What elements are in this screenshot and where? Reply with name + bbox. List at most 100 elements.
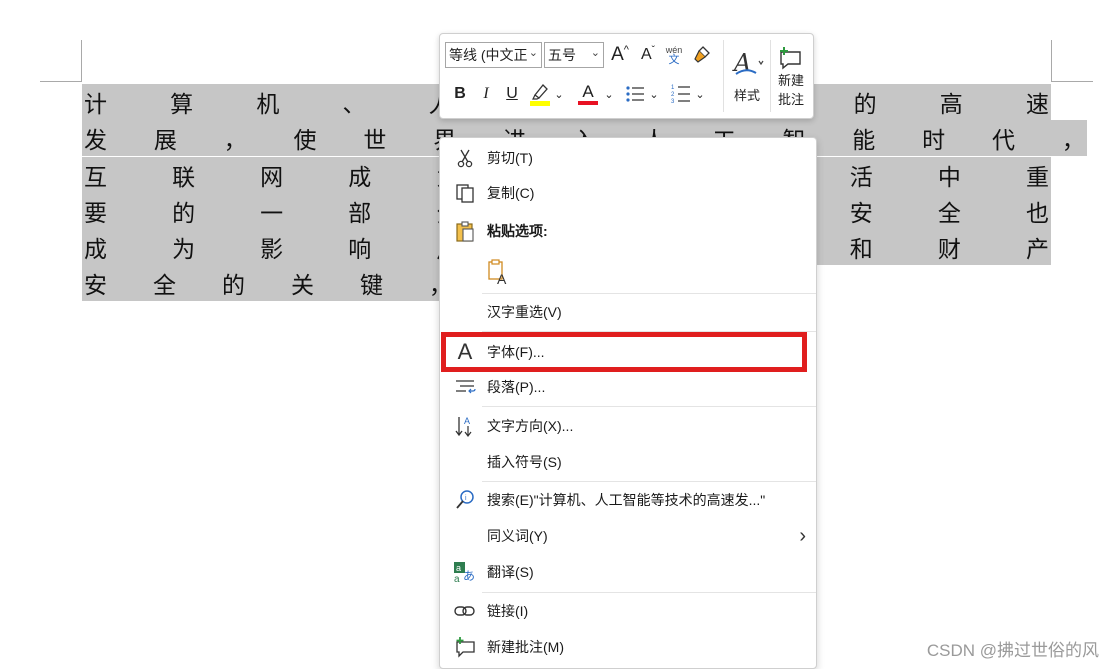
document-line: 安全的关键， xyxy=(82,265,452,301)
font-color-button[interactable]: A xyxy=(577,79,599,109)
document-char: 时 xyxy=(922,128,946,154)
menu-item-label: 文字方向(X)... xyxy=(487,418,574,434)
menu-item-insert-symbol[interactable]: 插入符号(S) xyxy=(440,445,816,479)
menu-item-translate[interactable]: aあa 翻译(S) xyxy=(440,555,816,589)
svg-text:あ: あ xyxy=(463,569,475,583)
svg-text:3: 3 xyxy=(671,99,675,105)
document-char: 机 xyxy=(256,92,280,118)
svg-text:A: A xyxy=(464,416,470,426)
scissors-icon xyxy=(452,145,478,171)
document-char: 世 xyxy=(363,128,387,154)
document-char: 算 xyxy=(170,92,194,118)
bold-button[interactable]: B xyxy=(449,81,471,107)
text-direction-icon: A xyxy=(452,413,478,439)
menu-item-copy[interactable]: 复制(C) xyxy=(440,176,816,210)
phonetic-guide-button[interactable]: wén 文 xyxy=(662,42,686,68)
italic-icon: I xyxy=(483,85,489,102)
document-char: 联 xyxy=(172,165,196,191)
page-corner-mark xyxy=(81,40,82,82)
italic-button[interactable]: I xyxy=(475,81,497,107)
document-char: ， xyxy=(1061,128,1085,154)
menu-item-synonyms[interactable]: 同义词(Y) › xyxy=(440,519,816,553)
document-char: 和 xyxy=(849,237,873,263)
page-corner-mark xyxy=(40,81,82,82)
document-char: 网 xyxy=(260,165,284,191)
document-char: 的 xyxy=(853,92,877,118)
document-char: 一 xyxy=(260,201,284,227)
menu-item-reconversion[interactable]: 汉字重选(V) xyxy=(440,295,816,329)
document-char: 重 xyxy=(1025,165,1049,191)
document-char: 展 xyxy=(153,128,177,154)
document-char: 的 xyxy=(222,273,245,299)
annotation-highlight-box xyxy=(441,332,807,372)
paste-keep-text-only-button[interactable]: A xyxy=(478,252,518,292)
styles-button[interactable]: A 样式 xyxy=(727,40,767,112)
highlight-dropdown[interactable]: ⌄ xyxy=(553,81,565,107)
document-char: 安 xyxy=(849,201,873,227)
phonetic-bottom: 文 xyxy=(668,54,680,66)
document-char: 产 xyxy=(1025,237,1049,263)
document-char: 关 xyxy=(291,273,314,299)
document-char: 安 xyxy=(84,273,107,299)
underline-button[interactable]: U xyxy=(501,81,523,107)
font-color-dropdown[interactable]: ⌄ xyxy=(603,81,615,107)
menu-divider xyxy=(482,481,816,482)
underline-icon: U xyxy=(506,85,518,102)
document-char: 键 xyxy=(360,273,383,299)
menu-item-label: 汉字重选(V) xyxy=(487,304,562,320)
menu-item-search[interactable]: i 搜索(E)"计算机、人工智能等技术的高速发..." xyxy=(440,483,816,517)
font-color-swatch xyxy=(578,101,598,105)
document-char: 要 xyxy=(84,201,107,227)
chevron-down-icon: ⌄ xyxy=(528,47,538,59)
document-char: ， xyxy=(223,128,247,154)
grow-font-icon: A xyxy=(611,44,624,65)
toolbar-separator xyxy=(770,40,771,112)
font-name-select[interactable]: 等线 (中文正 ⌄ xyxy=(445,42,542,68)
context-menu: 剪切(T) 复制(C) 粘贴选项: A 汉字重选(V) A 字体(F)... 段… xyxy=(439,137,817,669)
menu-item-label: 插入符号(S) xyxy=(487,454,562,470)
new-comment-icon xyxy=(780,47,801,70)
bullets-dropdown[interactable]: ⌄ xyxy=(648,81,660,107)
translate-icon: aあa xyxy=(452,559,478,585)
document-char: 成 xyxy=(348,165,372,191)
menu-item-link[interactable]: 链接(I) xyxy=(440,594,816,628)
document-char: 代 xyxy=(991,128,1015,154)
menu-divider xyxy=(482,293,816,294)
chevron-down-icon: ⌄ xyxy=(695,88,705,101)
watermark: CSDN @拂过世俗的风 xyxy=(926,641,1099,660)
new-comment-icon xyxy=(452,634,478,660)
document-char: 互 xyxy=(84,165,107,191)
toolbar-separator xyxy=(723,40,724,112)
document-char: 影 xyxy=(260,237,284,263)
highlighter-icon xyxy=(530,84,550,106)
menu-item-paragraph[interactable]: 段落(P)... xyxy=(440,370,816,404)
menu-item-cut[interactable]: 剪切(T) xyxy=(440,141,816,175)
grow-font-button[interactable]: A ^ xyxy=(608,42,632,68)
link-icon xyxy=(452,598,478,624)
font-name-value: 等线 (中文正 xyxy=(449,47,528,63)
styles-icon: A xyxy=(732,49,764,77)
font-size-select[interactable]: 五号 ⌄ xyxy=(544,42,604,68)
format-painter-button[interactable] xyxy=(690,42,714,68)
chevron-down-icon: ⌄ xyxy=(604,88,614,101)
menu-item-new-comment[interactable]: 新建批注(M) xyxy=(440,630,816,664)
numbering-button[interactable]: 1 2 3 xyxy=(670,81,692,107)
format-painter-icon xyxy=(694,46,710,63)
document-char: 响 xyxy=(348,237,372,263)
bullets-button[interactable] xyxy=(624,81,646,107)
bold-icon: B xyxy=(454,85,466,102)
new-comment-button[interactable]: 新建 批注 xyxy=(772,40,810,114)
numbering-dropdown[interactable]: ⌄ xyxy=(694,81,706,107)
paste-keep-text-icon: A xyxy=(486,257,512,287)
document-char: 能 xyxy=(852,128,876,154)
shrink-font-button[interactable]: Aˇ xyxy=(636,42,660,68)
highlight-button[interactable] xyxy=(529,79,551,109)
menu-item-text-direction[interactable]: A 文字方向(X)... xyxy=(440,409,816,443)
document-char: 中 xyxy=(937,165,961,191)
document-char: 为 xyxy=(172,237,196,263)
menu-divider xyxy=(482,592,816,593)
shrink-font-icon: A xyxy=(640,46,652,63)
document-char: 全 xyxy=(937,201,961,227)
document-char: 、 xyxy=(342,92,366,118)
menu-item-label: 链接(I) xyxy=(487,603,529,619)
